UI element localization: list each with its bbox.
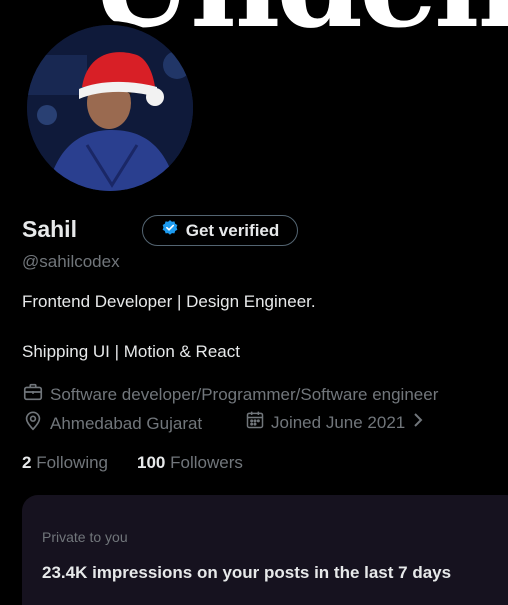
following-link[interactable]: 2 Following	[22, 453, 108, 473]
avatar[interactable]	[23, 21, 197, 195]
location-item: Ahmedabad Gujarat	[22, 410, 202, 437]
following-count: 2	[22, 453, 32, 472]
verified-badge-icon	[161, 219, 179, 242]
followers-link[interactable]: 100 Followers	[137, 453, 243, 473]
calendar-icon	[245, 410, 265, 435]
briefcase-icon	[22, 381, 44, 408]
profession-text: Software developer/Programmer/Software e…	[50, 384, 439, 404]
avatar-photo	[27, 25, 193, 191]
profession-item: Software developer/Programmer/Software e…	[22, 381, 438, 408]
following-label: Following	[36, 453, 109, 472]
followers-count: 100	[137, 453, 166, 472]
profile-name: Sahil	[22, 216, 77, 242]
profile-handle: @sahilcodex	[22, 252, 120, 271]
joined-text: Joined June 2021	[271, 412, 406, 432]
followers-label: Followers	[170, 453, 243, 472]
joined-date[interactable]: Joined June 2021	[245, 410, 425, 435]
bio-line-1: Frontend Developer | Design Engineer.	[22, 292, 316, 311]
location-pin-icon	[22, 410, 44, 437]
impressions-card[interactable]: Private to you 23.4K impressions on your…	[22, 495, 508, 605]
impressions-text: 23.4K impressions on your posts in the l…	[42, 563, 452, 582]
bio-line-2: Shipping UI | Motion & React	[22, 342, 240, 361]
get-verified-button[interactable]: Get verified	[142, 215, 298, 246]
get-verified-label: Get verified	[185, 220, 280, 240]
location-text: Ahmedabad Gujarat	[50, 413, 203, 433]
private-label: Private to you	[42, 529, 128, 545]
chevron-right-icon	[411, 411, 425, 434]
